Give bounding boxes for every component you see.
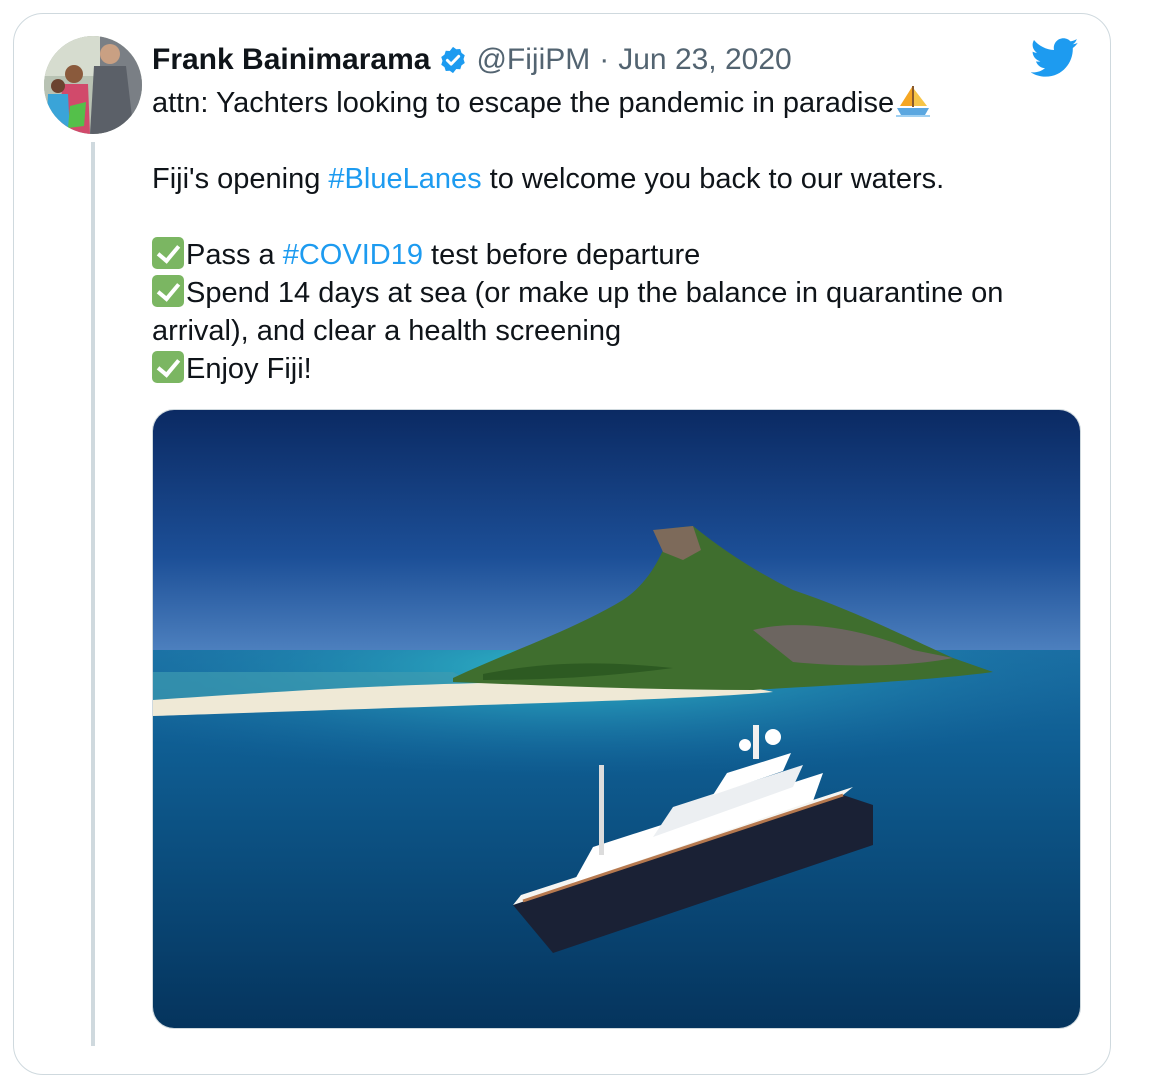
check2-text: Spend 14 days at sea (or make up the bal… — [152, 277, 1004, 347]
author-avatar[interactable] — [44, 36, 142, 134]
author-name[interactable]: Frank Bainimarama — [152, 43, 430, 77]
tweet-header: Frank Bainimarama @FijiPM · Jun 23, 2020 — [152, 40, 792, 80]
bluelanes-prefix: Fiji's opening — [152, 163, 329, 195]
tweet-line-attn: attn: Yachters looking to escape the pan… — [152, 84, 1072, 122]
checklist-item-enjoy: Enjoy Fiji! — [152, 350, 1072, 388]
tweet-text: attn: Yachters looking to escape the pan… — [152, 84, 1072, 388]
check-mark-emoji-icon — [152, 275, 184, 307]
check3-text: Enjoy Fiji! — [186, 353, 312, 385]
check1-prefix: Pass a — [186, 239, 283, 271]
header-separator: · — [599, 43, 610, 76]
thread-connector-line — [91, 142, 95, 1046]
tweet-photo-yacht-island[interactable] — [152, 409, 1081, 1029]
bluelanes-suffix: to welcome you back to our waters. — [481, 163, 945, 195]
check-mark-emoji-icon — [152, 351, 184, 383]
hashtag-bluelanes-link[interactable]: #BlueLanes — [328, 163, 481, 195]
sailboat-emoji-icon — [894, 84, 932, 118]
check-mark-emoji-icon — [152, 237, 184, 269]
checklist-item-covid-test: Pass a #COVID19 test before departure — [152, 236, 1072, 274]
tweet-date[interactable]: Jun 23, 2020 — [618, 43, 791, 77]
verified-badge-icon — [438, 45, 468, 75]
author-handle[interactable]: @FijiPM — [476, 43, 590, 77]
twitter-bird-icon[interactable] — [1030, 38, 1079, 78]
tweet-line-bluelanes: Fiji's opening #BlueLanes to welcome you… — [152, 160, 1072, 198]
check1-suffix: test before departure — [422, 239, 701, 271]
checklist-item-sea-days: Spend 14 days at sea (or make up the bal… — [152, 274, 1072, 350]
hashtag-covid19-link[interactable]: #COVID19 — [283, 239, 423, 271]
attn-text: attn: Yachters looking to escape the pan… — [152, 87, 895, 119]
